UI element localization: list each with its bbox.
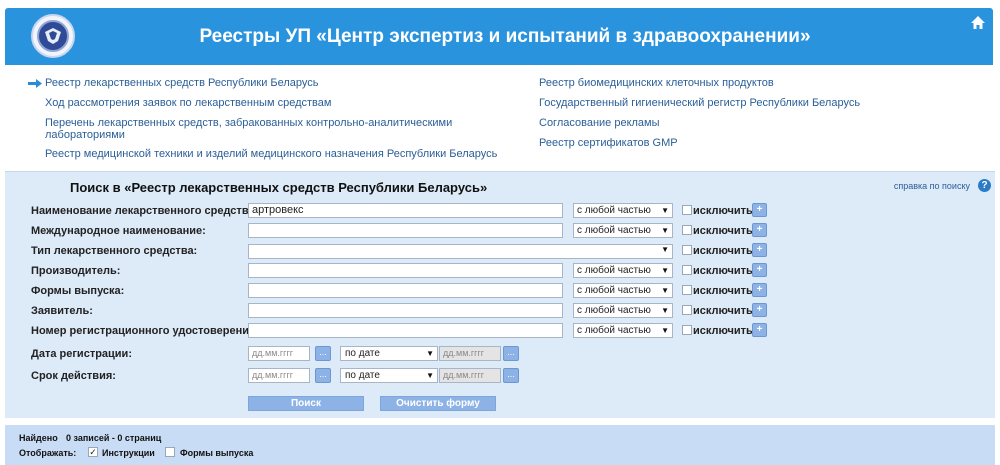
field-label-reg-number: Номер регистрационного удостоверения:: [31, 325, 260, 337]
validity-from-input[interactable]: дд.мм.гггг: [248, 368, 310, 383]
intl-name-mode-select[interactable]: с любой частью ▼: [573, 223, 673, 238]
field-label-drug-type: Тип лекарственного средства:: [31, 245, 198, 257]
field-label-applicant: Заявитель:: [31, 305, 93, 317]
add-condition-button[interactable]: +: [752, 203, 767, 217]
chevron-down-icon: ▼: [661, 286, 669, 295]
chevron-down-icon: ▼: [661, 206, 669, 215]
intl-name-input[interactable]: [248, 223, 563, 238]
clear-form-button[interactable]: Очистить форму: [380, 396, 496, 411]
chevron-down-icon: ▼: [661, 226, 669, 235]
chevron-down-icon: ▼: [661, 306, 669, 315]
link-medical-devices[interactable]: Реестр медицинской техники и изделий мед…: [45, 148, 497, 161]
display-label: Отображать:: [19, 448, 77, 458]
chevron-down-icon: ▼: [426, 349, 434, 358]
help-link[interactable]: справка по поиску: [894, 181, 970, 191]
help-icon[interactable]: ?: [978, 179, 991, 192]
search-button[interactable]: Поиск: [248, 396, 364, 411]
field-label-name: Наименование лекарственного средства:: [31, 205, 259, 217]
header-bar: Реестры УП «Центр экспертиз и испытаний …: [5, 8, 993, 65]
exclude-label: исключить: [693, 305, 753, 317]
add-condition-button[interactable]: +: [752, 243, 767, 257]
chevron-down-icon: ▼: [661, 326, 669, 335]
link-advertising[interactable]: Согласование рекламы: [539, 117, 660, 130]
validity-mode-select[interactable]: по дате ▼: [340, 368, 438, 383]
applicant-input[interactable]: [248, 303, 563, 318]
instructions-checkbox[interactable]: ✓: [88, 447, 98, 457]
link-application-progress[interactable]: Ход рассмотрения заявок по лекарственным…: [45, 97, 331, 110]
exclude-label: исключить: [693, 325, 753, 337]
chevron-down-icon: ▼: [661, 245, 669, 254]
link-drug-registry[interactable]: Реестр лекарственных средств Республики …: [45, 77, 319, 90]
release-forms-input[interactable]: [248, 283, 563, 298]
exclude-checkbox[interactable]: [682, 245, 692, 255]
chevron-down-icon: ▼: [661, 266, 669, 275]
release-forms-mode-select[interactable]: с любой частью ▼: [573, 283, 673, 298]
found-value: 0 записей - 0 страниц: [66, 433, 162, 443]
exclude-label: исключить: [693, 245, 753, 257]
link-hygiene-register[interactable]: Государственный гигиенический регистр Ре…: [539, 97, 860, 110]
reg-date-label: Дата регистрации:: [31, 348, 132, 360]
name-input[interactable]: артровекс: [248, 203, 563, 218]
field-label-release-forms: Формы выпуска:: [31, 285, 125, 297]
manufacturer-mode-select[interactable]: с любой частью ▼: [573, 263, 673, 278]
validity-label: Срок действия:: [31, 370, 116, 382]
validity-to-input[interactable]: дд.мм.гггг: [439, 368, 501, 383]
name-mode-select[interactable]: с любой частью ▼: [573, 203, 673, 218]
link-gmp-certificates[interactable]: Реестр сертификатов GMP: [539, 137, 678, 150]
exclude-label: исключить: [693, 225, 753, 237]
reg-date-from-picker-button[interactable]: ...: [315, 346, 331, 361]
validity-mode-value: по дате: [345, 370, 380, 381]
reg-date-to-picker-button[interactable]: ...: [503, 346, 519, 361]
search-title: Поиск в «Реестр лекарственных средств Ре…: [70, 180, 488, 195]
add-condition-button[interactable]: +: [752, 263, 767, 277]
exclude-label: исключить: [693, 205, 753, 217]
page-title: Реестры УП «Центр экспертиз и испытаний …: [199, 26, 811, 47]
search-panel: Поиск в «Реестр лекарственных средств Ре…: [5, 171, 995, 418]
instructions-label: Инструкции: [102, 448, 155, 458]
exclude-label: исключить: [693, 285, 753, 297]
arrow-right-icon: [28, 79, 42, 88]
reg-date-from-input[interactable]: дд.мм.гггг: [248, 346, 310, 361]
reg-date-to-input[interactable]: дд.мм.гггг: [439, 346, 501, 361]
results-bar: Найдено 0 записей - 0 страниц Отображать…: [5, 425, 995, 465]
forms-label: Формы выпуска: [180, 448, 254, 458]
exclude-checkbox[interactable]: [682, 205, 692, 215]
field-label-manufacturer: Производитель:: [31, 265, 121, 277]
validity-to-picker-button[interactable]: ...: [503, 368, 519, 383]
forms-checkbox[interactable]: [165, 447, 175, 457]
page: Реестры УП «Центр экспертиз и испытаний …: [0, 0, 1000, 465]
exclude-checkbox[interactable]: [682, 285, 692, 295]
name-mode-value: с любой частью: [577, 205, 651, 216]
intl-name-mode-value: с любой частью: [577, 225, 651, 236]
link-rejected-drugs-cont[interactable]: лабораториями: [45, 129, 125, 142]
link-biomedical-cells[interactable]: Реестр биомедицинских клеточных продукто…: [539, 77, 774, 90]
exclude-checkbox[interactable]: [682, 265, 692, 275]
applicant-mode-value: с любой частью: [577, 305, 651, 316]
exclude-checkbox[interactable]: [682, 225, 692, 235]
applicant-mode-select[interactable]: с любой частью ▼: [573, 303, 673, 318]
drug-type-select[interactable]: ▼: [248, 244, 673, 259]
add-condition-button[interactable]: +: [752, 303, 767, 317]
add-condition-button[interactable]: +: [752, 223, 767, 237]
validity-from-picker-button[interactable]: ...: [315, 368, 331, 383]
add-condition-button[interactable]: +: [752, 323, 767, 337]
reg-date-mode-select[interactable]: по дате ▼: [340, 346, 438, 361]
exclude-checkbox[interactable]: [682, 325, 692, 335]
home-icon[interactable]: [969, 14, 987, 32]
manufacturer-mode-value: с любой частью: [577, 265, 651, 276]
reg-number-mode-select[interactable]: с любой частью ▼: [573, 323, 673, 338]
chevron-down-icon: ▼: [426, 371, 434, 380]
field-label-intl-name: Международное наименование:: [31, 225, 206, 237]
reg-number-mode-value: с любой частью: [577, 325, 651, 336]
reg-date-mode-value: по дате: [345, 348, 380, 359]
release-forms-mode-value: с любой частью: [577, 285, 651, 296]
exclude-label: исключить: [693, 265, 753, 277]
exclude-checkbox[interactable]: [682, 305, 692, 315]
reg-number-input[interactable]: [248, 323, 563, 338]
found-label: Найдено: [19, 433, 58, 443]
manufacturer-input[interactable]: [248, 263, 563, 278]
add-condition-button[interactable]: +: [752, 283, 767, 297]
